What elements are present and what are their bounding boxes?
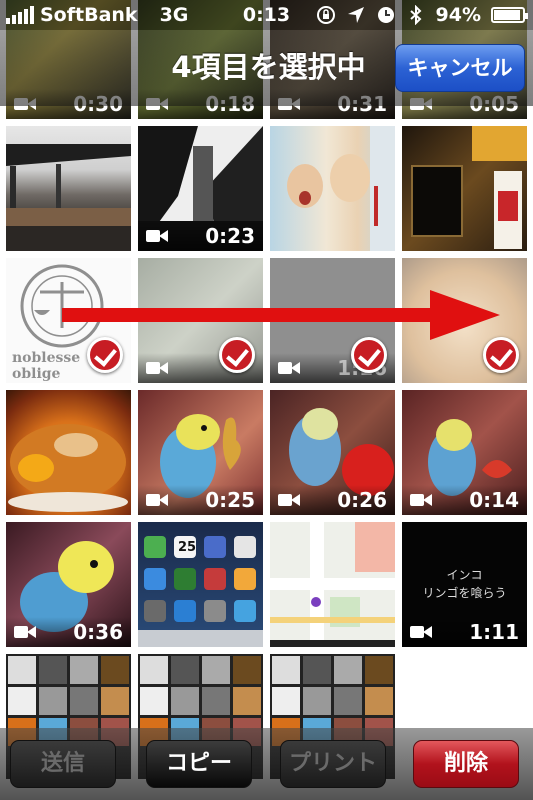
status-bar: SoftBank 3G 0:13 94%	[0, 0, 533, 30]
battery-fill	[494, 10, 521, 20]
bluetooth-icon	[409, 5, 421, 25]
swipe-arrow-annotation	[62, 290, 500, 340]
cancel-button[interactable]: キャンセル	[395, 44, 525, 92]
send-button[interactable]: 送信	[10, 740, 116, 788]
delete-button[interactable]: 削除	[413, 740, 519, 788]
navigation-bar: 4項目を選択中 キャンセル	[0, 30, 533, 106]
location-icon	[347, 7, 364, 23]
copy-button[interactable]: コピー	[146, 740, 252, 788]
rotation-lock-icon	[316, 6, 335, 24]
battery-icon	[491, 7, 528, 23]
battery-percent: 94%	[435, 4, 481, 26]
bottom-toolbar: 送信 コピー プリント 削除	[0, 728, 533, 800]
alarm-icon	[377, 7, 394, 23]
print-button[interactable]: プリント	[280, 740, 386, 788]
